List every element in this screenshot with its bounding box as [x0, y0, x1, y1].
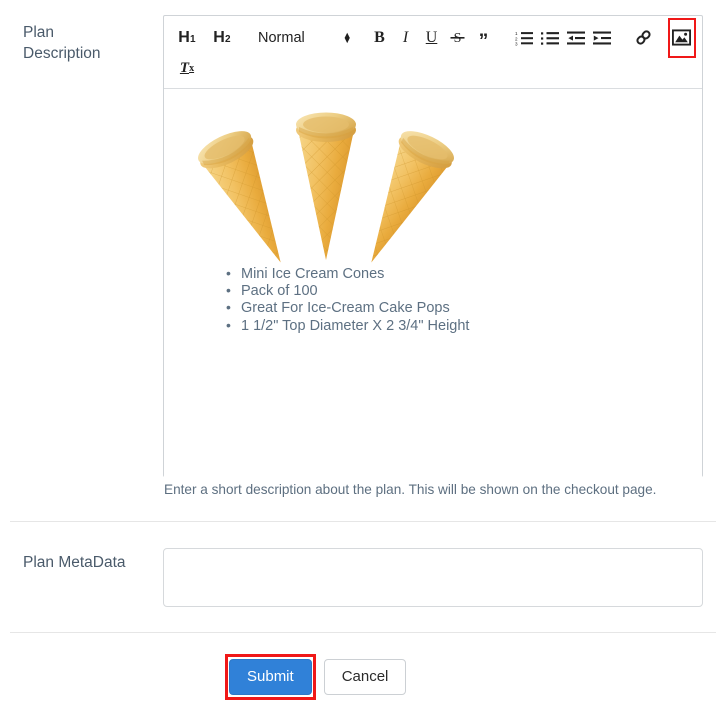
blockquote-button[interactable]: ” — [471, 29, 497, 55]
heading-1-label: H — [178, 28, 190, 46]
insert-image-button[interactable] — [667, 17, 697, 58]
submit-button[interactable]: Submit — [229, 659, 312, 695]
plan-metadata-label: Plan MetaData — [23, 554, 126, 571]
indent-button[interactable] — [589, 25, 615, 51]
plan-form-page: Plan Description H1 H2 Normal ▲▼ B I U — [0, 0, 726, 716]
heading-2-label: H — [213, 28, 225, 46]
italic-button[interactable]: I — [393, 25, 419, 51]
svg-text:1: 1 — [515, 31, 518, 36]
ordered-list-button[interactable]: 1 2 3 — [511, 25, 537, 51]
plan-description-help-text: Enter a short description about the plan… — [164, 482, 657, 497]
heading-1-sub: 1 — [190, 34, 196, 45]
list-item: Great For Ice-Cream Cake Pops — [226, 299, 469, 317]
cancel-button[interactable]: Cancel — [323, 659, 407, 695]
cone-center — [296, 112, 356, 260]
list-item: 1 1/2" Top Diameter X 2 3/4" Height — [226, 317, 469, 335]
bold-button[interactable]: B — [367, 25, 393, 51]
plan-metadata-input[interactable] — [163, 548, 703, 607]
list-item: Mini Ice Cream Cones — [226, 265, 469, 283]
chevron-up-down-icon: ▲ ▼ — [342, 29, 352, 45]
heading-2-button[interactable]: H2 — [209, 25, 235, 51]
form-actions: Submit Cancel — [225, 654, 407, 700]
description-bullet-list: Mini Ice Cream Cones Pack of 100 Great F… — [226, 265, 469, 335]
editor-content-area[interactable]: Mini Ice Cream Cones Pack of 100 Great F… — [164, 89, 702, 478]
strikethrough-button[interactable]: S — [445, 25, 471, 51]
heading-1-button[interactable]: H1 — [174, 25, 200, 51]
clear-formatting-sub: x — [189, 63, 195, 74]
link-button[interactable] — [631, 25, 657, 51]
outdent-button[interactable] — [563, 25, 589, 51]
rich-text-editor[interactable]: H1 H2 Normal ▲▼ B I U S — [163, 15, 703, 478]
cone-right — [371, 131, 454, 263]
section-divider-1 — [10, 521, 716, 522]
plan-description-label-line-2: Description — [23, 45, 101, 62]
editor-toolbar-row-2: Tx — [174, 53, 692, 84]
plan-description-label-line-1: Plan — [23, 24, 55, 41]
list-item: Pack of 100 — [226, 282, 469, 300]
plan-description-label: Plan Description — [23, 22, 133, 64]
svg-text:3: 3 — [515, 41, 518, 46]
clear-formatting-label: T — [179, 60, 190, 76]
underline-button[interactable]: U — [419, 25, 445, 51]
cone-left — [198, 131, 281, 263]
format-select-value: Normal — [258, 29, 305, 46]
bullet-list-button[interactable] — [537, 25, 563, 51]
editor-toolbar-row-1: H1 H2 Normal ▲▼ B I U S — [174, 17, 697, 58]
section-divider-2 — [10, 632, 716, 633]
editor-toolbar: H1 H2 Normal ▲▼ B I U S — [164, 16, 702, 89]
clear-formatting-button[interactable]: Tx — [174, 56, 200, 82]
submit-button-wrapper: Submit — [225, 654, 316, 700]
format-select[interactable]: Normal ▲ ▼ — [258, 25, 352, 51]
ice-cream-cones-image — [198, 112, 454, 263]
heading-2-sub: 2 — [225, 34, 231, 45]
